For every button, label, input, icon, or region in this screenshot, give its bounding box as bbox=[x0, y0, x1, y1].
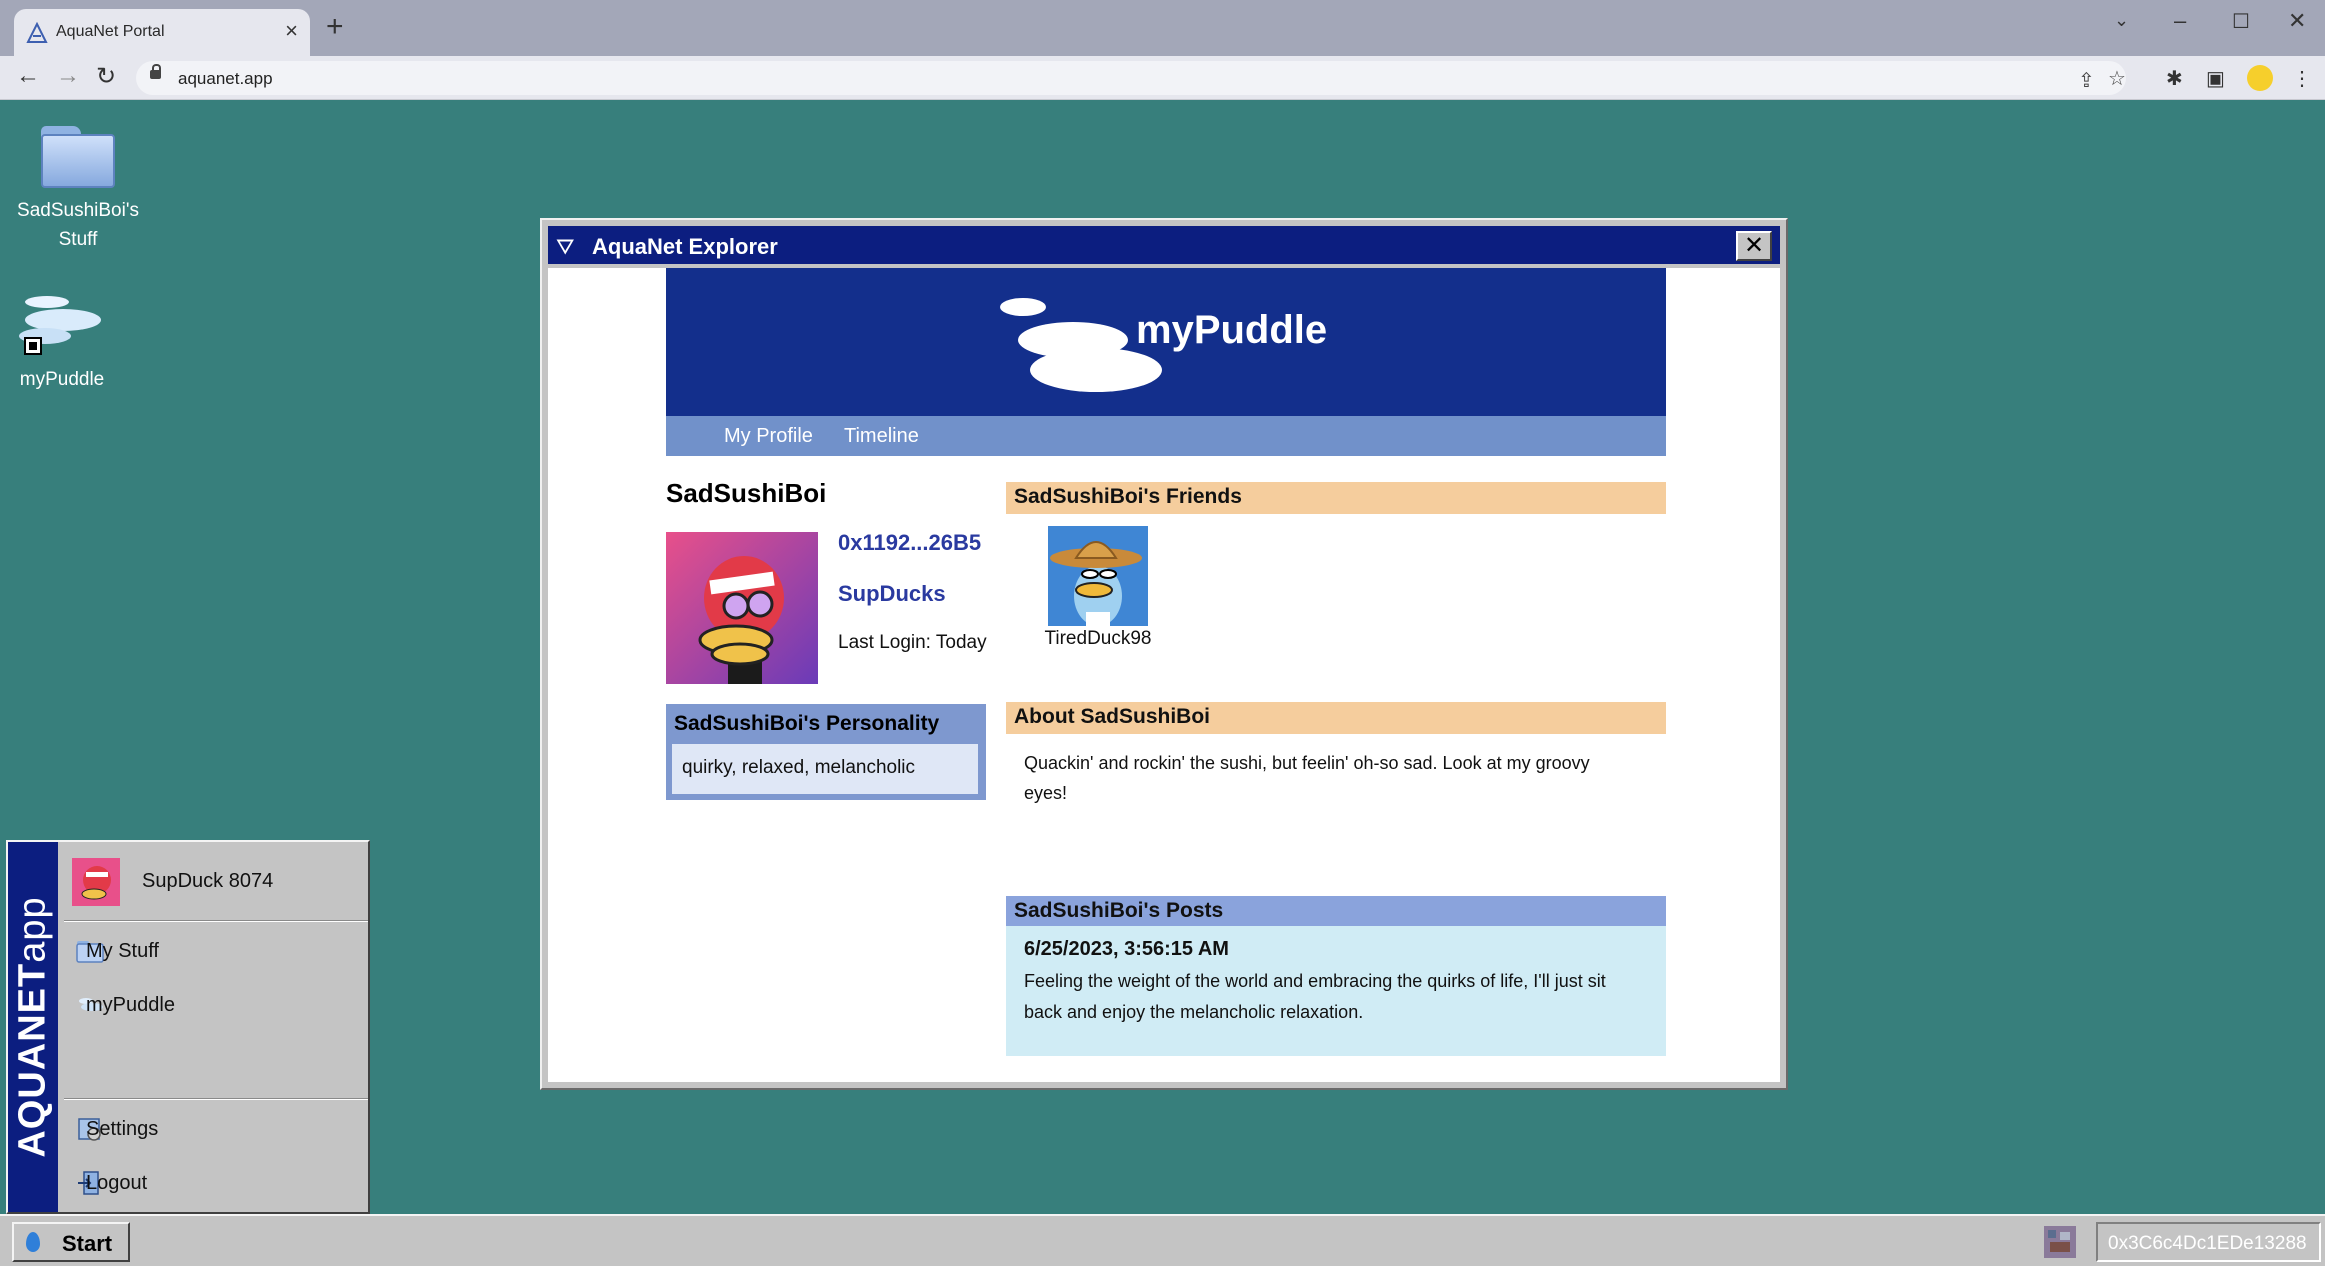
about-header: About SadSushiBoi bbox=[1006, 702, 1666, 734]
share-icon[interactable]: ⇪ bbox=[2078, 68, 2095, 93]
wallet-address-display: 0x3C6c4Dc1EDe13288 bbox=[2096, 1222, 2321, 1262]
lock-icon bbox=[150, 64, 161, 79]
nav-timeline[interactable]: Timeline bbox=[844, 425, 919, 448]
puddle-shortcut-icon bbox=[19, 296, 101, 355]
personality-title: SadSushiBoi's Personality bbox=[674, 712, 940, 735]
posts-header: SadSushiBoi's Posts bbox=[1006, 896, 1666, 928]
profile-avatar bbox=[666, 532, 818, 684]
window-close-button[interactable]: ✕ bbox=[1736, 231, 1772, 261]
minimize-icon[interactable]: – bbox=[2174, 8, 2186, 34]
desktop-icon-stuff[interactable]: SadSushiBoi's Stuff bbox=[16, 122, 140, 254]
explorer-app-icon: ⛛ bbox=[556, 234, 575, 259]
start-menu-item-settings[interactable]: Settings bbox=[64, 1106, 364, 1152]
tray-avatar-icon[interactable] bbox=[2044, 1226, 2076, 1258]
post-text: Feeling the weight of the world and embr… bbox=[1024, 971, 1606, 1022]
tab-close-icon[interactable]: × bbox=[285, 18, 298, 44]
address-bar[interactable]: aquanet.app ⇪ ☆ bbox=[136, 61, 2126, 95]
tab-search-chevron-icon[interactable]: ⌄ bbox=[2114, 10, 2129, 31]
reload-icon[interactable]: ↻ bbox=[96, 62, 116, 91]
forward-arrow-icon[interactable]: → bbox=[56, 62, 80, 90]
start-menu: AQUANETapp SupDuck 8074 My Stuff myPuddl… bbox=[6, 840, 370, 1214]
start-menu-user-name: SupDuck 8074 bbox=[142, 870, 274, 892]
nav-my-profile[interactable]: My Profile bbox=[724, 425, 813, 448]
puddle-logo-icon bbox=[1030, 348, 1162, 392]
window-titlebar[interactable]: ⛛ AquaNet Explorer ✕ bbox=[548, 226, 1780, 264]
back-arrow-icon[interactable]: ← bbox=[16, 62, 40, 90]
friends-header: SadSushiBoi's Friends bbox=[1006, 482, 1666, 514]
friend-name: TiredDuck98 bbox=[1044, 628, 1152, 649]
start-menu-user[interactable]: SupDuck 8074 bbox=[64, 846, 364, 916]
start-menu-brand-strip: AQUANETapp bbox=[8, 842, 58, 1212]
browser-tab-strip: AquaNet Portal × + ⌄ – ☐ ✕ bbox=[0, 0, 2325, 56]
browser-tab[interactable]: AquaNet Portal × bbox=[14, 9, 310, 56]
browser-toolbar: ← → ↻ aquanet.app ⇪ ☆ ✱ ▣ ⋮ bbox=[0, 56, 2325, 100]
start-menu-item-my-stuff[interactable]: My Stuff bbox=[64, 928, 364, 974]
start-menu-divider bbox=[64, 920, 368, 922]
friend-item[interactable]: TiredDuck98 bbox=[1038, 526, 1158, 650]
water-drop-icon bbox=[26, 1232, 40, 1252]
desktop-icon-label: myPuddle bbox=[19, 369, 105, 390]
desktop-icon-label: SadSushiBoi's bbox=[17, 200, 139, 221]
puddle-logo-icon bbox=[1000, 298, 1046, 316]
explorer-window: ⛛ AquaNet Explorer ✕ myPuddle My Profile… bbox=[540, 218, 1788, 1090]
start-button[interactable]: Start bbox=[12, 1222, 130, 1262]
window-title: AquaNet Explorer bbox=[592, 234, 778, 259]
profile-last-login: Last Login: Today bbox=[838, 632, 987, 653]
start-menu-divider bbox=[64, 1098, 368, 1100]
start-menu-item-label: Settings bbox=[86, 1118, 159, 1140]
start-menu-item-label: My Stuff bbox=[86, 940, 159, 962]
maximize-icon[interactable]: ☐ bbox=[2232, 9, 2250, 34]
start-menu-brand: AQUANETapp bbox=[11, 896, 54, 1158]
start-menu-item-logout[interactable]: Logout bbox=[64, 1160, 364, 1206]
site-navbar: My Profile Timeline bbox=[666, 416, 1666, 456]
aquanet-favicon-icon bbox=[26, 22, 48, 43]
extensions-icon[interactable]: ✱ bbox=[2166, 66, 2183, 91]
bookmark-star-icon[interactable]: ☆ bbox=[2108, 66, 2126, 91]
browser-content: myPuddle My Profile Timeline SadSushiBoi bbox=[548, 268, 1780, 1082]
personality-box: SadSushiBoi's Personality quirky, relaxe… bbox=[666, 704, 986, 800]
friend-avatar bbox=[1048, 526, 1148, 626]
menu-dots-icon[interactable]: ⋮ bbox=[2292, 66, 2312, 91]
folder-icon bbox=[41, 122, 115, 188]
about-text: Quackin' and rockin' the sushi, but feel… bbox=[1024, 753, 1590, 803]
site-logo-text: myPuddle bbox=[1136, 308, 1328, 352]
profile-wallet-link[interactable]: 0x1192...26B5 bbox=[838, 530, 981, 556]
desktop-icon-label: Stuff bbox=[58, 229, 98, 250]
start-menu-item-label: myPuddle bbox=[86, 994, 175, 1016]
start-label: Start bbox=[62, 1231, 113, 1256]
tab-title: AquaNet Portal bbox=[56, 23, 165, 40]
desktop-icon-mypuddle[interactable]: myPuddle bbox=[14, 290, 110, 394]
start-menu-item-mypuddle[interactable]: myPuddle bbox=[64, 982, 364, 1028]
url-text: aquanet.app bbox=[178, 69, 273, 88]
taskbar: Start 0x3C6c4Dc1EDe13288 bbox=[0, 1214, 2325, 1266]
post-item: 6/25/2023, 3:56:15 AM Feeling the weight… bbox=[1006, 926, 1666, 1056]
profile-username: SadSushiBoi bbox=[666, 478, 827, 508]
user-avatar bbox=[72, 858, 120, 906]
profile-collection-link[interactable]: SupDucks bbox=[838, 581, 946, 607]
new-tab-icon[interactable]: + bbox=[326, 12, 344, 42]
personality-body: quirky, relaxed, melancholic bbox=[672, 744, 978, 794]
window-close-icon[interactable]: ✕ bbox=[2288, 8, 2306, 34]
post-date: 6/25/2023, 3:56:15 AM bbox=[1024, 938, 1229, 960]
start-menu-item-label: Logout bbox=[86, 1172, 148, 1194]
profile-avatar-icon[interactable] bbox=[2247, 65, 2273, 91]
wallet-address-text: 0x3C6c4Dc1EDe13288 bbox=[2108, 1233, 2307, 1254]
mypuddle-banner: myPuddle bbox=[666, 268, 1666, 416]
personality-text: quirky, relaxed, melancholic bbox=[682, 757, 916, 778]
side-panel-icon[interactable]: ▣ bbox=[2206, 66, 2225, 91]
